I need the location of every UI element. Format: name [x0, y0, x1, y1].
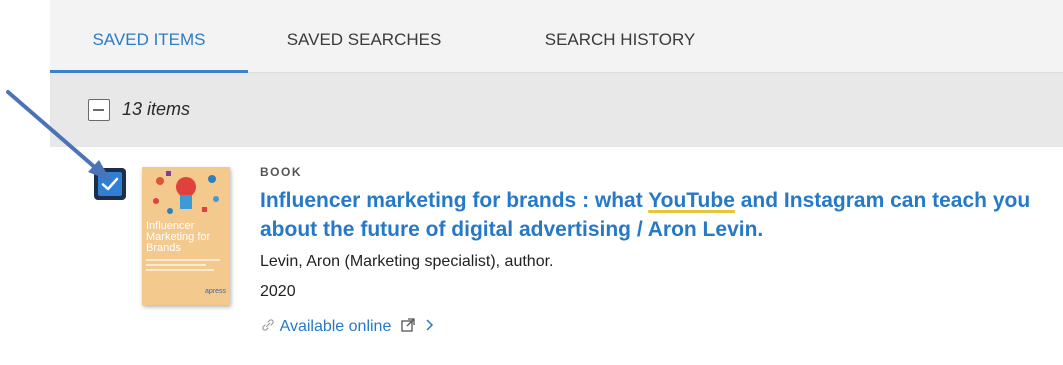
tab-saved-searches[interactable]: SAVED SEARCHES [264, 0, 464, 72]
annotation-arrow-icon [6, 90, 111, 181]
cover-subtitle-line [146, 259, 220, 261]
result-item: Influencer Marketing for Brands apress B… [50, 147, 1063, 365]
cover-subtitle-line [146, 269, 214, 271]
book-cover-thumbnail[interactable]: Influencer Marketing for Brands apress [142, 167, 230, 305]
tab-search-history[interactable]: SEARCH HISTORY [520, 0, 720, 72]
cover-title: Influencer Marketing for Brands [146, 220, 211, 254]
result-title-link[interactable]: Influencer marketing for brands : what Y… [260, 186, 1060, 244]
availability-label: Available online [279, 318, 392, 335]
chevron-right-icon [426, 319, 434, 331]
external-link-icon [401, 318, 415, 332]
tab-bar: SAVED ITEMS SAVED SEARCHES SEARCH HISTOR… [50, 0, 1063, 73]
available-online-link[interactable]: Available online [260, 317, 436, 336]
item-count-bar: 13 items [50, 73, 1063, 147]
cover-illustration-icon [153, 171, 219, 214]
link-icon [262, 319, 274, 331]
saved-items-panel: SAVED ITEMS SAVED SEARCHES SEARCH HISTOR… [50, 0, 1063, 365]
title-highlight: YouTube [648, 189, 735, 212]
tab-label: SAVED SEARCHES [286, 30, 442, 49]
resource-type: BOOK [260, 165, 302, 179]
result-year: 2020 [260, 283, 296, 300]
tab-label: SEARCH HISTORY [544, 30, 696, 49]
cover-subtitle-line [146, 264, 206, 266]
result-author: Levin, Aron (Marketing specialist), auth… [260, 253, 554, 270]
cover-publisher: apress [204, 288, 226, 295]
